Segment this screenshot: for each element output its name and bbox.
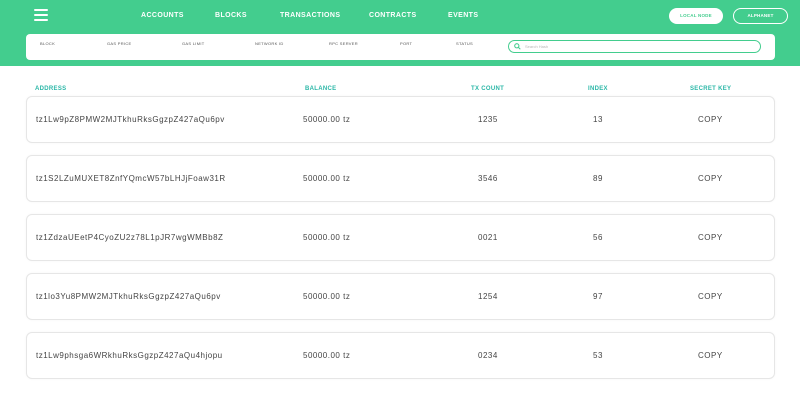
local-node-button[interactable]: LOCAL NODE	[669, 8, 723, 24]
nav-accounts[interactable]: ACCOUNTS	[141, 12, 184, 19]
header-tx-count: TX COUNT	[471, 86, 505, 92]
table-row[interactable]: tz1Lw9pZ8PMW2MJTkhuRksGgzpZ427aQu6pv 500…	[26, 96, 775, 143]
row-balance: 50000.00 tz	[303, 233, 351, 242]
row-balance: 50000.00 tz	[303, 115, 351, 124]
nav-transactions[interactable]: TRANSACTIONS	[280, 12, 340, 19]
table-header: ADDRESS BALANCE TX COUNT INDEX SECRET KE…	[0, 86, 800, 96]
hamburger-menu-icon[interactable]	[34, 9, 48, 21]
row-tx-count: 3546	[478, 174, 498, 183]
row-balance: 50000.00 tz	[303, 174, 351, 183]
header-balance: BALANCE	[305, 86, 337, 92]
row-index: 56	[593, 233, 603, 242]
search-input[interactable]	[525, 42, 750, 51]
row-address: tz1Lw9phsga6WRkhuRksGgzpZ427aQu4hjopu	[36, 351, 223, 360]
row-index: 97	[593, 292, 603, 301]
copy-secret-key-button[interactable]: COPY	[698, 351, 723, 360]
row-tx-count: 0021	[478, 233, 498, 242]
row-balance: 50000.00 tz	[303, 351, 351, 360]
row-index: 53	[593, 351, 603, 360]
row-index: 89	[593, 174, 603, 183]
row-balance: 50000.00 tz	[303, 292, 351, 301]
row-address: tz1S2LZuMUXET8ZnfYQmcW57bLHJjFoaw31R	[36, 174, 226, 183]
table-row[interactable]: tz1S2LZuMUXET8ZnfYQmcW57bLHJjFoaw31R 500…	[26, 155, 775, 202]
copy-secret-key-button[interactable]: COPY	[698, 233, 723, 242]
row-tx-count: 1254	[478, 292, 498, 301]
info-gas-limit-label: GAS LIMIT	[182, 41, 205, 46]
top-bar: ACCOUNTS BLOCKS TRANSACTIONS CONTRACTS E…	[0, 0, 800, 66]
table-row[interactable]: tz1lo3Yu8PMW2MJTkhuRksGgzpZ427aQu6pv 500…	[26, 273, 775, 320]
copy-secret-key-button[interactable]: COPY	[698, 174, 723, 183]
row-tx-count: 0234	[478, 351, 498, 360]
search-icon	[514, 43, 521, 50]
row-address: tz1ZdzaUEetP4CyoZU2z78L1pJR7wgWMBb8Z	[36, 233, 224, 242]
info-gas-price-label: GAS PRICE	[107, 41, 132, 46]
info-status-label: STATUS	[456, 41, 473, 46]
info-rpc-server-label: RPC SERVER	[329, 41, 358, 46]
header-index: INDEX	[588, 86, 608, 92]
info-port-label: PORT	[400, 41, 413, 46]
table-row[interactable]: tz1Lw9phsga6WRkhuRksGgzpZ427aQu4hjopu 50…	[26, 332, 775, 379]
nav-contracts[interactable]: CONTRACTS	[369, 12, 417, 19]
copy-secret-key-button[interactable]: COPY	[698, 115, 723, 124]
info-block-label: BLOCK	[40, 41, 56, 46]
header-address: ADDRESS	[35, 86, 67, 92]
row-index: 13	[593, 115, 603, 124]
header-secret-key: SECRET KEY	[690, 86, 732, 92]
row-address: tz1lo3Yu8PMW2MJTkhuRksGgzpZ427aQu6pv	[36, 292, 221, 301]
nav-blocks[interactable]: BLOCKS	[215, 12, 247, 19]
nav-events[interactable]: EVENTS	[448, 12, 478, 19]
info-network-id-label: NETWORK ID	[255, 41, 284, 46]
search-box[interactable]	[508, 40, 761, 53]
table-row[interactable]: tz1ZdzaUEetP4CyoZU2z78L1pJR7wgWMBb8Z 500…	[26, 214, 775, 261]
row-tx-count: 1235	[478, 115, 498, 124]
copy-secret-key-button[interactable]: COPY	[698, 292, 723, 301]
network-info-bar: BLOCK GAS PRICE GAS LIMIT NETWORK ID RPC…	[26, 34, 775, 60]
row-address: tz1Lw9pZ8PMW2MJTkhuRksGgzpZ427aQu6pv	[36, 115, 225, 124]
alphanet-button[interactable]: ALPHANET	[733, 8, 788, 24]
